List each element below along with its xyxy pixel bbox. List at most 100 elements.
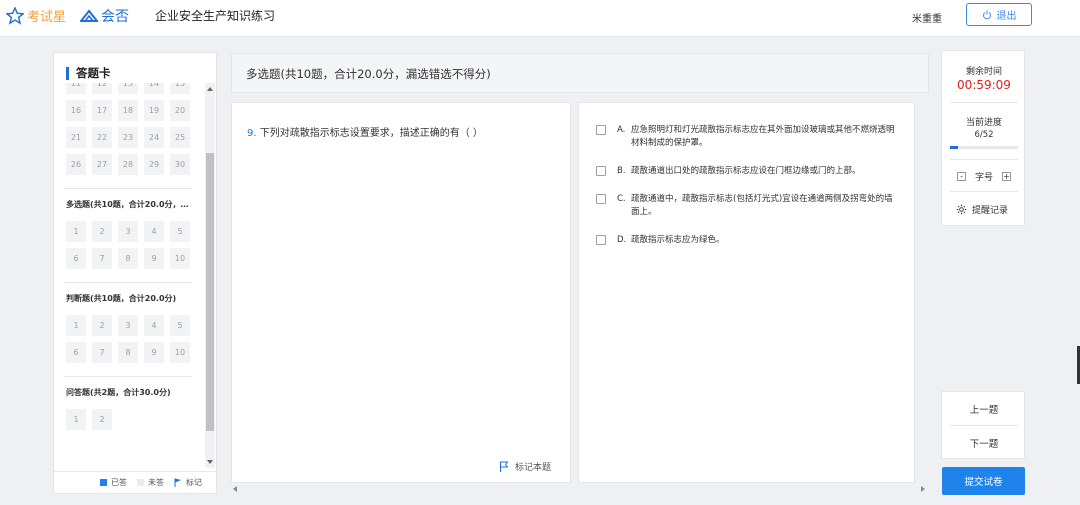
question-number-cell[interactable]: 5 (170, 315, 190, 336)
question-number-cell[interactable]: 15 (170, 83, 190, 94)
question-number-grid: 12 (64, 407, 194, 430)
option-b-checkbox[interactable] (596, 166, 606, 176)
question-number-cell[interactable]: 1 (66, 221, 86, 242)
scrollbar-thumb[interactable] (206, 153, 214, 431)
question-number-cell[interactable]: 2 (92, 221, 112, 242)
question-nav-panel: 上一题 下一题 (941, 391, 1025, 459)
question-number-cell[interactable]: 22 (92, 127, 112, 148)
font-increase-button[interactable]: + (1001, 172, 1011, 181)
question-number-cell[interactable]: 3 (118, 221, 138, 242)
progress-label: 当前进度 (965, 118, 1002, 128)
question-number-cell[interactable]: 6 (66, 248, 86, 269)
font-size-control: - 字号 + (957, 170, 1011, 183)
star-logo-icon (6, 6, 24, 25)
question-number-cell[interactable]: 1 (66, 409, 86, 430)
question-number-cell[interactable]: 1 (66, 315, 86, 336)
question-number-cell[interactable]: 30 (170, 154, 190, 175)
legend-flagged: 标记 (174, 477, 202, 488)
submit-exam-button[interactable]: 提交试卷 (942, 467, 1025, 495)
logout-button[interactable]: 退出 (966, 3, 1032, 26)
legend-answered: 已答 (100, 477, 127, 488)
huifou-logo: 会否 (80, 6, 129, 26)
option-b[interactable]: B. 疏散通道出口处的疏散指示标志应设在门框边缘或门的上部。 (596, 165, 906, 178)
question-number-cell[interactable]: 4 (144, 315, 164, 336)
option-b-text: 疏散通道出口处的疏散指示标志应设在门框边缘或门的上部。 (631, 166, 861, 176)
scroll-down-arrow-icon[interactable] (207, 460, 213, 464)
option-d-text: 疏散指示标志应为绿色。 (631, 235, 725, 245)
info-divider (950, 102, 1018, 103)
kaoshixing-logo[interactable]: 考试星 (6, 6, 66, 25)
question-number-cell[interactable]: 26 (66, 154, 86, 175)
question-number-cell[interactable]: 25 (170, 127, 190, 148)
question-panel: 9. 下列对疏散指示标志设置要求，描述正确的有（ ） 标记本题 (231, 102, 571, 483)
reminder-record-label: 提醒记录 (972, 206, 1009, 216)
options-panel: A. 应急照明灯和灯光疏散指示标志应在其外面加设玻璃或其他不燃烧透明材料制成的保… (578, 102, 915, 483)
answer-card-scrollbar[interactable] (205, 83, 215, 468)
exam-info-panel: 剩余时间 00:59:09 当前进度 6/52 - 字号 + 提醒记录 (941, 50, 1025, 226)
info-divider (950, 191, 1018, 192)
horizontal-scrollbar[interactable] (231, 484, 929, 494)
option-d-checkbox[interactable] (596, 235, 606, 245)
scroll-right-arrow-icon[interactable] (921, 486, 925, 492)
question-number-cell[interactable]: 21 (66, 127, 86, 148)
scroll-up-arrow-icon[interactable] (207, 87, 213, 91)
question-number-cell[interactable]: 24 (144, 127, 164, 148)
option-d[interactable]: D. 疏散指示标志应为绿色。 (596, 234, 906, 247)
question-number-cell[interactable]: 11 (66, 83, 86, 94)
question-number-cell[interactable]: 17 (92, 100, 112, 121)
question-number-cell[interactable]: 23 (118, 127, 138, 148)
reminder-record-button[interactable]: 提醒记录 (956, 203, 1008, 216)
scroll-left-arrow-icon[interactable] (233, 486, 237, 492)
mark-question-button[interactable]: 标记本题 (499, 460, 551, 473)
question-number-cell[interactable]: 27 (92, 154, 112, 175)
question-number-cell[interactable]: 4 (144, 221, 164, 242)
question-number-cell[interactable]: 8 (118, 342, 138, 363)
question-number-cell[interactable]: 20 (170, 100, 190, 121)
question-number-cell[interactable]: 2 (92, 409, 112, 430)
option-a-checkbox[interactable] (596, 125, 606, 135)
question-number-cell[interactable]: 9 (144, 342, 164, 363)
section-divider (64, 282, 192, 283)
question-number-cell[interactable]: 13 (118, 83, 138, 94)
font-decrease-button[interactable]: - (957, 172, 966, 181)
next-question-button[interactable]: 下一题 (942, 426, 1026, 459)
option-a[interactable]: A. 应急照明灯和灯光疏散指示标志应在其外面加设玻璃或其他不燃烧透明材料制成的保… (596, 124, 906, 150)
answer-card-panel: 答题卡 11 12 13 14 15 16 17 18 19 20 21 22 23 24 25 26 27 28… (53, 52, 217, 494)
section-divider (64, 188, 192, 189)
progress-bar (950, 146, 1018, 149)
question-number-cell[interactable]: 5 (170, 221, 190, 242)
logo-secondary-text: 会否 (101, 9, 129, 25)
question-number-cell[interactable]: 7 (92, 248, 112, 269)
flag-outline-icon (500, 461, 509, 472)
legend-unanswered-label: 未答 (148, 478, 164, 487)
question-number-cell[interactable]: 19 (144, 100, 164, 121)
question-number-cell[interactable]: 28 (118, 154, 138, 175)
section-label: 多选题(共10题，合计20.0分，… (66, 200, 189, 209)
question-number-cell[interactable]: 16 (66, 100, 86, 121)
question-number-cell[interactable]: 18 (118, 100, 138, 121)
question-number-grid: 11 12 13 14 15 16 17 18 19 20 21 22 23 24 25 26 27 28 29 30 (64, 83, 194, 175)
question-number-cell[interactable]: 14 (144, 83, 164, 94)
legend-flagged-label: 标记 (186, 478, 202, 487)
option-c-letter: C. (617, 194, 626, 204)
question-number-cell[interactable]: 9 (144, 248, 164, 269)
top-header: 考试星 会否 企业安全生产知识练习 米重重 退出 (0, 0, 1080, 37)
question-number-cell[interactable]: 10 (170, 342, 190, 363)
option-c[interactable]: C. 疏散通道中，疏散指示标志(包括灯光式)宜设在通道两侧及拐弯处的墙面上。 (596, 193, 906, 219)
option-b-letter: B. (617, 166, 626, 176)
question-number-cell[interactable]: 7 (92, 342, 112, 363)
question-number-cell[interactable]: 6 (66, 342, 86, 363)
question-number-cell[interactable]: 8 (118, 248, 138, 269)
progress-value: 6/52 (974, 130, 994, 140)
answer-card-list: 11 12 13 14 15 16 17 18 19 20 21 22 23 24 25 26 27 28 29 30… (64, 83, 194, 468)
question-number-cell[interactable]: 29 (144, 154, 164, 175)
question-number-cell[interactable]: 2 (92, 315, 112, 336)
font-size-label: 字号 (974, 173, 993, 183)
question-number-cell[interactable]: 3 (118, 315, 138, 336)
logo-primary-text: 考试星 (27, 10, 67, 25)
question-number-cell[interactable]: 10 (170, 248, 190, 269)
option-c-checkbox[interactable] (596, 194, 606, 204)
question-number-cell[interactable]: 12 (92, 83, 112, 94)
remaining-time-label: 剩余时间 (965, 67, 1002, 77)
prev-question-button[interactable]: 上一题 (942, 392, 1026, 425)
